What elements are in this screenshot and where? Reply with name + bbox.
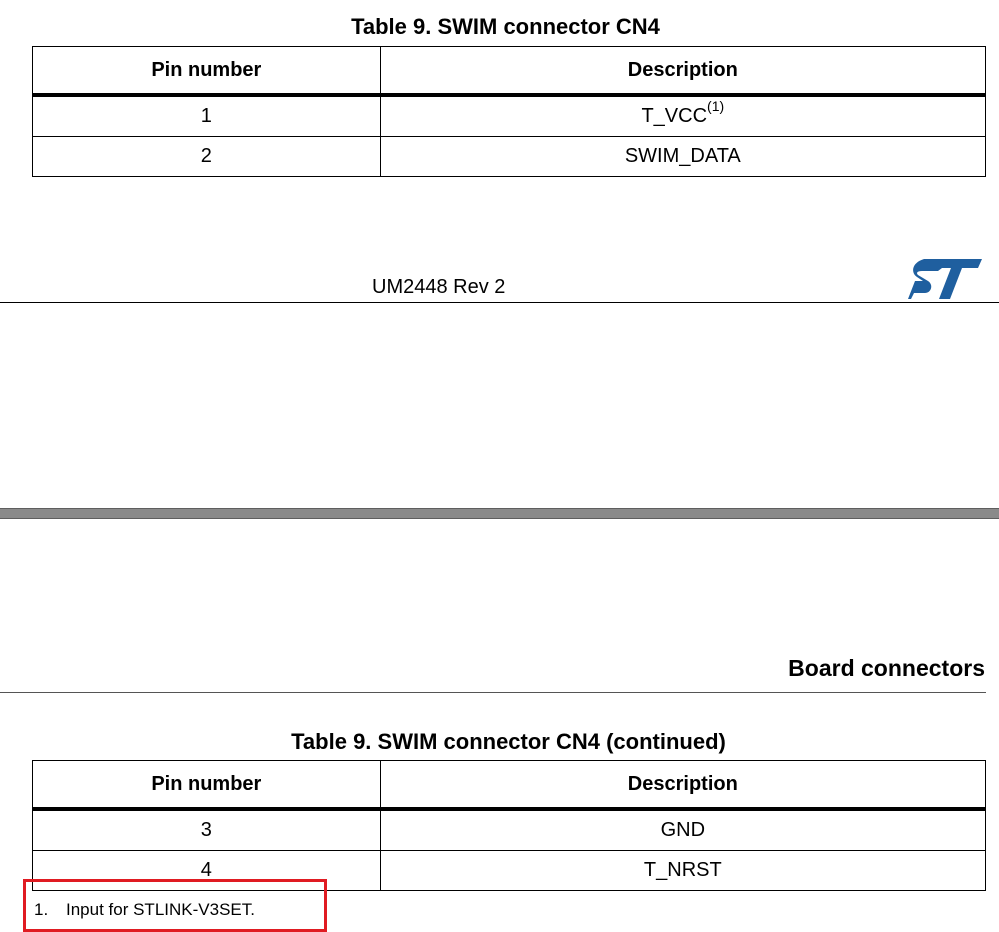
footnote-ref[interactable]: (1) [707, 98, 724, 114]
column-header-pin-number: Pin number [32, 760, 381, 811]
table-row: 2 SWIM_DATA [32, 136, 987, 177]
table-row: 1 T_VCC(1) [32, 94, 987, 137]
pin-cell: 2 [32, 136, 381, 177]
table-row: 3 GND [32, 808, 987, 851]
section-title: Board connectors [788, 655, 985, 681]
description-cell: GND [379, 808, 987, 851]
page-separator [0, 508, 999, 519]
table-title-continued: Table 9. SWIM connector CN4 (continued) [291, 729, 726, 754]
header-divider [0, 692, 986, 693]
pin-cell: 1 [32, 94, 381, 137]
description-cell: T_VCC(1) [379, 94, 987, 137]
footer-divider [0, 302, 999, 303]
table-header-row: Pin number Description [32, 760, 987, 811]
column-header-description: Description [379, 46, 987, 97]
description-text: T_VCC [641, 105, 708, 127]
description-cell: SWIM_DATA [379, 136, 987, 177]
document-revision: UM2448 Rev 2 [372, 276, 506, 298]
table-header-row: Pin number Description [32, 46, 987, 97]
table-title: Table 9. SWIM connector CN4 [351, 14, 660, 39]
swim-connector-table-continued: Pin number Description 3 GND 4 T_NRST [32, 760, 987, 891]
column-header-pin-number: Pin number [32, 46, 381, 97]
description-cell: T_NRST [379, 850, 987, 891]
pin-cell: 3 [32, 808, 381, 851]
st-logo-icon [908, 259, 982, 299]
swim-connector-table: Pin number Description 1 T_VCC(1) 2 SWIM… [32, 46, 987, 177]
highlight-box [23, 879, 327, 932]
column-header-description: Description [379, 760, 987, 811]
